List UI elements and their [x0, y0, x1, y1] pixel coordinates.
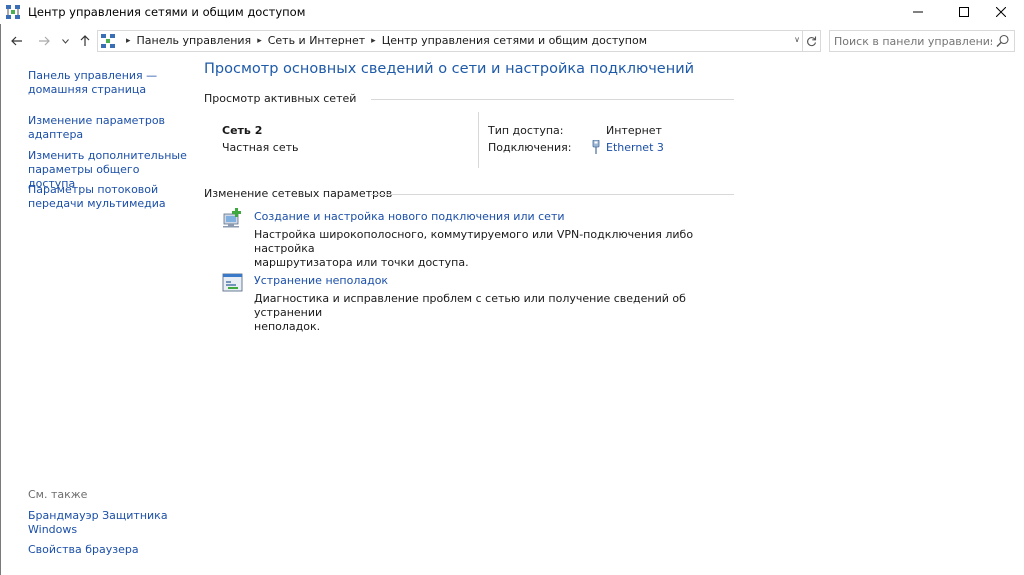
change-settings-heading: Изменение сетевых параметров	[204, 187, 393, 200]
see-also-browser-properties[interactable]: Свойства браузера	[28, 543, 178, 557]
sidebar-item-label[interactable]: Панель управления —	[28, 69, 178, 83]
arrow-up-icon	[80, 35, 90, 46]
new-connection-description: Настройка широкополосного, коммутируемог…	[254, 228, 724, 270]
troubleshoot-icon	[222, 273, 243, 292]
access-type-value: Интернет	[606, 124, 662, 137]
chevron-right-icon[interactable]: ▸	[257, 36, 262, 46]
back-button[interactable]	[9, 32, 25, 50]
sidebar-item-label[interactable]: Параметры потоковой	[28, 183, 178, 197]
minimize-button[interactable]	[895, 0, 941, 24]
window-border	[0, 0, 1, 575]
chevron-down-icon[interactable]: ∨	[794, 35, 800, 44]
new-connection-link[interactable]: Создание и настройка нового подключения …	[254, 210, 565, 223]
sidebar-item-adapter-settings[interactable]: Изменение параметров адаптера	[28, 114, 178, 142]
window-title: Центр управления сетями и общим доступом	[28, 5, 306, 19]
sidebar-item-label[interactable]: адаптера	[28, 128, 178, 142]
access-type-label: Тип доступа:	[488, 124, 564, 137]
maximize-icon	[959, 7, 969, 17]
ethernet-icon	[592, 140, 600, 154]
troubleshoot-link[interactable]: Устранение неполадок	[254, 274, 388, 287]
connections-label: Подключения:	[488, 141, 572, 154]
forward-button[interactable]	[36, 32, 52, 50]
divider	[371, 194, 734, 195]
recent-locations-button[interactable]	[59, 32, 71, 50]
description-line: Диагностика и исправление проблем с сеть…	[254, 292, 686, 319]
close-button[interactable]	[978, 0, 1024, 24]
refresh-button[interactable]	[803, 30, 821, 52]
close-icon	[996, 7, 1006, 17]
divider	[371, 99, 734, 100]
title-bar: Центр управления сетями и общим доступом	[0, 0, 1024, 24]
see-also-label[interactable]: Windows	[28, 523, 178, 537]
search-box[interactable]	[829, 30, 1015, 52]
see-also-label[interactable]: Свойства браузера	[28, 543, 178, 557]
see-also-firewall[interactable]: Брандмауэр Защитника Windows	[28, 509, 178, 537]
ethernet-connection-link[interactable]: Ethernet 3	[606, 141, 664, 154]
chevron-down-icon	[61, 38, 69, 44]
address-bar[interactable]: ▸ Панель управления ▸ Сеть и Интернет ▸ …	[97, 30, 803, 52]
navigation-bar: ▸ Панель управления ▸ Сеть и Интернет ▸ …	[0, 28, 1024, 54]
breadcrumb: ▸ Панель управления ▸ Сеть и Интернет ▸ …	[120, 34, 647, 47]
network-name: Сеть 2	[222, 124, 263, 137]
sidebar-item-label[interactable]: Изменение параметров	[28, 114, 178, 128]
chevron-right-icon: ▸	[126, 35, 131, 46]
refresh-icon	[807, 36, 817, 46]
breadcrumb-item-network-center[interactable]: Центр управления сетями и общим доступом	[382, 34, 647, 47]
description-line: Настройка широкополосного, коммутируемог…	[254, 228, 694, 255]
description-line: неполадок.	[254, 320, 321, 333]
minimize-icon	[913, 11, 923, 13]
description-line: маршрутизатора или точки доступа.	[254, 256, 469, 269]
chevron-right-icon[interactable]: ▸	[371, 36, 376, 46]
see-also-heading: См. также	[28, 488, 88, 501]
new-connection-icon	[223, 208, 241, 228]
page-title: Просмотр основных сведений о сети и наст…	[204, 61, 695, 77]
troubleshoot-description: Диагностика и исправление проблем с сеть…	[254, 292, 724, 334]
active-networks-heading: Просмотр активных сетей	[204, 92, 357, 105]
breadcrumb-item-control-panel[interactable]: Панель управления	[137, 34, 252, 47]
arrow-right-icon	[39, 36, 50, 46]
network-center-icon	[101, 34, 115, 48]
sidebar-item-label[interactable]: передачи мультимедиа	[28, 197, 178, 211]
sidebar-item-label[interactable]: домашняя страница	[28, 83, 178, 97]
arrow-left-icon	[11, 36, 22, 46]
sidebar-item-control-panel-home[interactable]: Панель управления — домашняя страница	[28, 69, 178, 97]
sidebar-item-media-streaming[interactable]: Параметры потоковой передачи мультимедиа	[28, 183, 178, 211]
search-input[interactable]	[834, 33, 992, 49]
divider	[478, 112, 479, 168]
network-category[interactable]: Частная сеть	[222, 141, 299, 154]
up-button[interactable]	[77, 32, 93, 50]
sidebar-item-label[interactable]: Изменить дополнительные	[28, 149, 188, 163]
search-icon	[996, 34, 1009, 47]
network-center-icon	[6, 5, 20, 19]
see-also-label[interactable]: Брандмауэр Защитника	[28, 509, 178, 523]
breadcrumb-item-network-internet[interactable]: Сеть и Интернет	[268, 34, 365, 47]
